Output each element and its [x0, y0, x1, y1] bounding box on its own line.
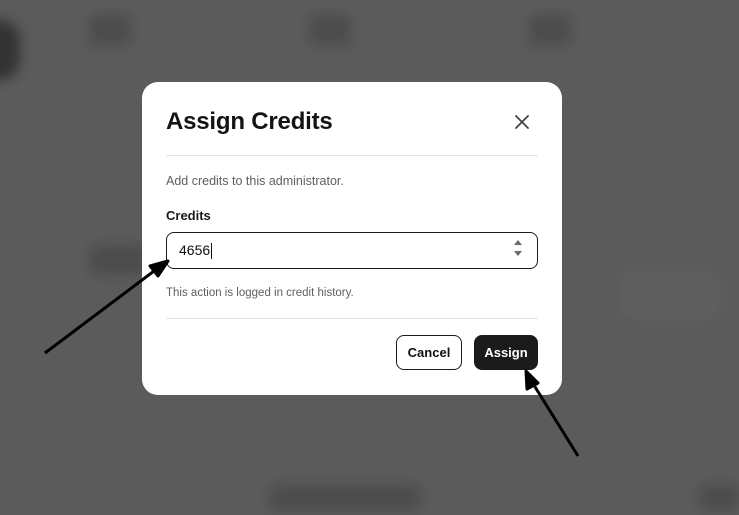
stepper-arrows-icon[interactable] — [513, 238, 523, 263]
close-button[interactable] — [510, 112, 534, 136]
credits-input-value[interactable]: 4656 — [179, 242, 511, 260]
footer-divider — [166, 318, 538, 319]
dialog-description: Add credits to this administrator. — [166, 174, 344, 188]
dialog-title: Assign Credits — [166, 108, 333, 135]
credits-stepper[interactable] — [511, 238, 525, 263]
assign-credits-dialog: Assign Credits Add credits to this admin… — [142, 82, 562, 395]
close-icon — [514, 114, 530, 135]
help-text: This action is logged in credit history. — [166, 287, 354, 299]
header-divider — [166, 155, 538, 156]
cancel-button[interactable]: Cancel — [396, 335, 462, 370]
assign-button[interactable]: Assign — [474, 335, 538, 370]
credits-input[interactable]: 4656 — [166, 232, 538, 269]
text-caret — [211, 243, 213, 260]
credits-label: Credits — [166, 208, 211, 223]
